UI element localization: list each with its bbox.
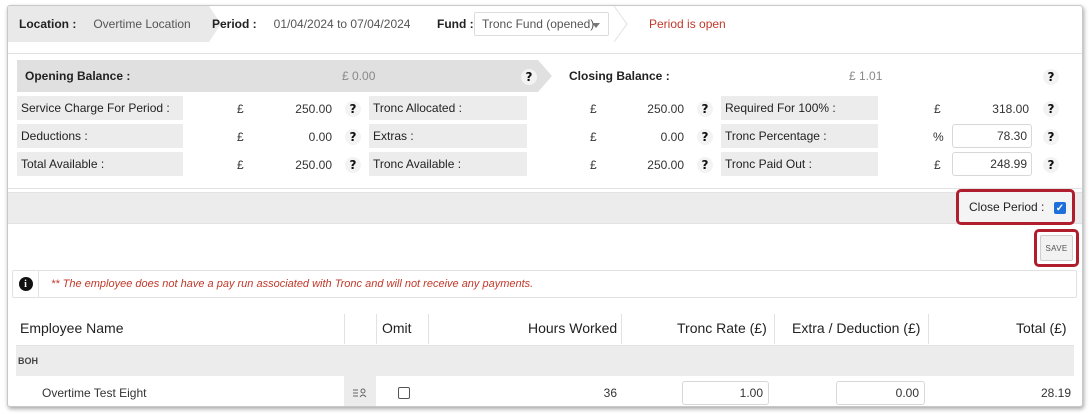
fund-label: Fund : bbox=[437, 17, 474, 31]
chevron-down-icon bbox=[592, 23, 600, 28]
service-charge-value: 250.00 bbox=[295, 102, 332, 116]
fund-crumb-arrow bbox=[614, 6, 628, 42]
tronc-percentage-unit: % bbox=[933, 130, 944, 144]
column-divider bbox=[344, 314, 345, 344]
required-100-value: 318.00 bbox=[992, 102, 1029, 116]
service-charge-currency: £ bbox=[237, 102, 244, 116]
column-header-omit[interactable]: Omit bbox=[382, 310, 412, 346]
tronc-paid-out-input[interactable]: 248.99 bbox=[952, 152, 1032, 176]
table-row: Overtime Test Eight 36 1.00 0.00 28.19 bbox=[16, 376, 1074, 406]
required-100-label: Required For 100% : bbox=[721, 96, 878, 120]
column-divider bbox=[428, 314, 429, 344]
extras-label: Extras : bbox=[369, 124, 527, 148]
tronc-percentage-help-icon[interactable]: ? bbox=[1043, 129, 1059, 145]
tronc-rate-input[interactable]: 1.00 bbox=[682, 381, 769, 405]
period-crumb: Period : 01/04/2024 to 07/04/2024 bbox=[212, 6, 410, 42]
fund-crumb: Fund : bbox=[437, 6, 474, 42]
filter-bar: Location : Overtime Location Period : 01… bbox=[8, 6, 1082, 42]
fund-select[interactable]: Tronc Fund (opened) bbox=[474, 12, 609, 36]
tronc-percentage-input[interactable]: 78.30 bbox=[952, 124, 1032, 148]
tronc-allocated-help-icon[interactable]: ? bbox=[697, 101, 713, 117]
tronc-percentage-label: Tronc Percentage : bbox=[721, 124, 878, 148]
close-period-label: Close Period : bbox=[969, 200, 1045, 214]
period-label: Period : bbox=[212, 17, 257, 31]
closing-balance-help-icon[interactable]: ? bbox=[1043, 69, 1059, 85]
hours-worked-value: 36 bbox=[603, 386, 617, 400]
column-divider bbox=[928, 314, 929, 344]
column-header-employee-name[interactable]: Employee Name bbox=[20, 310, 124, 346]
omit-checkbox[interactable] bbox=[398, 387, 410, 399]
opening-balance-arrow bbox=[538, 60, 552, 92]
list-person-icon bbox=[353, 388, 367, 398]
info-icon-cell: i bbox=[13, 271, 39, 297]
total-available-label: Total Available : bbox=[17, 152, 183, 176]
tronc-available-currency: £ bbox=[590, 158, 597, 172]
tronc-available-label: Tronc Available : bbox=[369, 152, 527, 176]
close-period-bar bbox=[8, 192, 1082, 224]
employee-details-icon[interactable] bbox=[344, 376, 376, 406]
column-divider bbox=[376, 314, 377, 344]
period-value: 01/04/2024 to 07/04/2024 bbox=[273, 17, 411, 31]
info-icon: i bbox=[18, 277, 33, 291]
service-charge-help-icon[interactable]: ? bbox=[345, 101, 361, 117]
closing-balance-label: Closing Balance : bbox=[569, 69, 670, 83]
total-available-value: 250.00 bbox=[295, 158, 332, 172]
total-available-currency: £ bbox=[237, 158, 244, 172]
tronc-available-value: 250.00 bbox=[647, 158, 684, 172]
total-value: 28.19 bbox=[1040, 386, 1071, 400]
tronc-paid-out-help-icon[interactable]: ? bbox=[1043, 157, 1059, 173]
tronc-allocated-currency: £ bbox=[590, 102, 597, 116]
balances-panel: Opening Balance : £ 0.00 ? Closing Balan… bbox=[8, 53, 1082, 189]
fund-select-value: Tronc Fund (opened) bbox=[482, 17, 595, 31]
location-label: Location : bbox=[19, 17, 77, 31]
opening-balance-value: £ 0.00 bbox=[342, 69, 376, 83]
opening-balance-label: Opening Balance : bbox=[25, 69, 131, 83]
column-header-total[interactable]: Total (£) bbox=[1016, 310, 1067, 346]
location-value: Overtime Location bbox=[93, 17, 191, 31]
employee-name: Overtime Test Eight bbox=[42, 386, 147, 400]
tronc-period-window: Location : Overtime Location Period : 01… bbox=[7, 5, 1083, 407]
warning-message-text: ** The employee does not have a pay run … bbox=[51, 278, 534, 290]
extras-value: 0.00 bbox=[660, 130, 684, 144]
column-divider bbox=[774, 314, 775, 344]
required-100-currency: £ bbox=[934, 102, 941, 116]
deductions-value: 0.00 bbox=[308, 130, 332, 144]
period-status: Period is open bbox=[649, 17, 726, 31]
required-100-help-icon[interactable]: ? bbox=[1043, 101, 1059, 117]
table-header: Employee Name Omit Hours Worked Tronc Ra… bbox=[16, 310, 1074, 346]
close-period-toggle[interactable]: Close Period : ✓ bbox=[956, 189, 1075, 225]
deductions-currency: £ bbox=[237, 130, 244, 144]
warning-message-bar: i ** The employee does not have a pay ru… bbox=[12, 270, 1077, 298]
extra-deduction-input[interactable]: 0.00 bbox=[836, 381, 925, 405]
deductions-label: Deductions : bbox=[17, 124, 183, 148]
close-period-checkbox[interactable]: ✓ bbox=[1054, 202, 1066, 214]
deductions-help-icon[interactable]: ? bbox=[345, 129, 361, 145]
extras-currency: £ bbox=[590, 130, 597, 144]
tronc-allocated-value: 250.00 bbox=[647, 102, 684, 116]
total-available-help-icon[interactable]: ? bbox=[345, 157, 361, 173]
tronc-available-help-icon[interactable]: ? bbox=[697, 157, 713, 173]
closing-balance-value: £ 1.01 bbox=[849, 69, 883, 83]
save-button-highlight: SAVE bbox=[1034, 229, 1079, 267]
tronc-paid-out-currency: £ bbox=[934, 158, 941, 172]
extras-help-icon[interactable]: ? bbox=[697, 129, 713, 145]
save-button[interactable]: SAVE bbox=[1040, 235, 1073, 261]
column-header-tronc-rate[interactable]: Tronc Rate (£) bbox=[677, 310, 767, 346]
column-header-extra-deduction[interactable]: Extra / Deduction (£) bbox=[792, 310, 920, 346]
column-header-hours-worked[interactable]: Hours Worked bbox=[528, 310, 617, 346]
location-crumb[interactable]: Location : Overtime Location bbox=[8, 6, 209, 42]
column-divider bbox=[621, 314, 622, 344]
tronc-allocated-label: Tronc Allocated : bbox=[369, 96, 527, 120]
opening-balance-help-icon[interactable]: ? bbox=[521, 69, 537, 85]
service-charge-label: Service Charge For Period : bbox=[17, 96, 183, 120]
group-row-boh: BOH bbox=[16, 346, 1074, 376]
tronc-paid-out-label: Tronc Paid Out : bbox=[721, 152, 878, 176]
